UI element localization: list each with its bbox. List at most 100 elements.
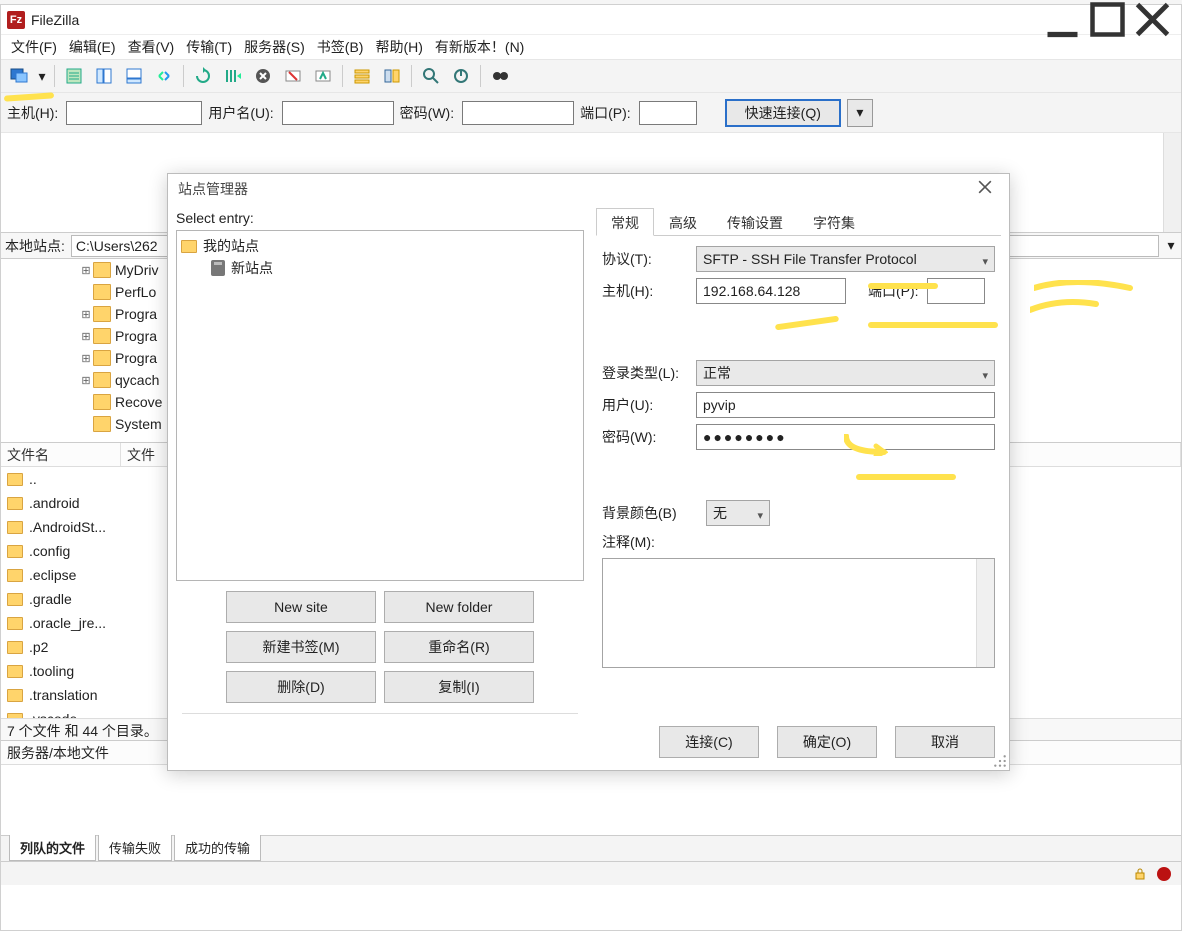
new-site-button[interactable]: New site bbox=[226, 591, 376, 623]
local-path-label: 本地站点: bbox=[1, 236, 69, 256]
maximize-button[interactable] bbox=[1085, 5, 1130, 35]
memo-label: 注释(M): bbox=[602, 532, 688, 552]
site-tree-entry[interactable]: 新站点 bbox=[181, 257, 579, 279]
qc-pass-input[interactable] bbox=[462, 101, 574, 125]
tab-general[interactable]: 常规 bbox=[596, 208, 654, 236]
delete-button[interactable]: 删除(D) bbox=[226, 671, 376, 703]
menu-view[interactable]: 查看(V) bbox=[124, 35, 179, 59]
toolbar: ▾ bbox=[1, 59, 1181, 93]
connect-button[interactable]: 连接(C) bbox=[659, 726, 759, 758]
highlight-stroke bbox=[868, 283, 938, 289]
tree-item[interactable]: Progra bbox=[115, 328, 157, 344]
tree-item[interactable]: Recove bbox=[115, 394, 162, 410]
dialog-footer: 连接(C) 确定(O) 取消 bbox=[168, 714, 1009, 770]
compare-icon[interactable] bbox=[378, 63, 406, 89]
menu-server[interactable]: 服务器(S) bbox=[240, 35, 309, 59]
ok-button[interactable]: 确定(O) bbox=[777, 726, 877, 758]
statusbar: 队列: 空 bbox=[1, 861, 1181, 885]
protocol-label: 协议(T): bbox=[602, 249, 688, 269]
password-label: 密码(W): bbox=[602, 427, 688, 447]
rename-button[interactable]: 重命名(R) bbox=[384, 631, 534, 663]
sync-browse-icon[interactable] bbox=[150, 63, 178, 89]
queue-tab-success[interactable]: 成功的传输 bbox=[174, 835, 261, 861]
menu-file[interactable]: 文件(F) bbox=[7, 35, 61, 59]
process-queue-icon[interactable] bbox=[219, 63, 247, 89]
resize-grip-icon[interactable] bbox=[993, 754, 1007, 768]
queue-tab-failed[interactable]: 传输失败 bbox=[98, 835, 172, 861]
dialog-title: 站点管理器 bbox=[178, 179, 248, 199]
port-input[interactable] bbox=[927, 278, 985, 304]
tab-charset[interactable]: 字符集 bbox=[798, 208, 870, 235]
tab-advanced[interactable]: 高级 bbox=[654, 208, 712, 235]
tab-transfer[interactable]: 传输设置 bbox=[712, 208, 798, 235]
menu-help[interactable]: 帮助(H) bbox=[371, 35, 426, 59]
qc-host-label: 主机(H): bbox=[7, 103, 60, 123]
copy-button[interactable]: 复制(I) bbox=[384, 671, 534, 703]
tree-item[interactable]: Progra bbox=[115, 306, 157, 322]
new-folder-button[interactable]: New folder bbox=[384, 591, 534, 623]
tree-item[interactable]: Progra bbox=[115, 350, 157, 366]
disconnect-icon[interactable] bbox=[279, 63, 307, 89]
search-icon[interactable] bbox=[417, 63, 445, 89]
site-tree[interactable]: 我的站点 新站点 bbox=[176, 230, 584, 581]
tree-item[interactable]: System bbox=[115, 416, 162, 432]
filter-icon[interactable] bbox=[348, 63, 376, 89]
highlight-stroke bbox=[868, 322, 998, 328]
remote-path-dropdown-icon[interactable]: ▾ bbox=[1161, 237, 1181, 254]
reconnect-icon[interactable] bbox=[309, 63, 337, 89]
highlight-stroke bbox=[844, 434, 888, 456]
cancel-button[interactable]: 取消 bbox=[895, 726, 995, 758]
qc-history-dropdown[interactable]: ▾ bbox=[847, 99, 873, 127]
tree-item[interactable]: qycach bbox=[115, 372, 159, 388]
qc-user-input[interactable] bbox=[282, 101, 394, 125]
highlight-stroke bbox=[856, 474, 956, 480]
menu-transfer[interactable]: 传输(T) bbox=[182, 35, 236, 59]
qc-port-input[interactable] bbox=[639, 101, 697, 125]
cancel-icon[interactable] bbox=[249, 63, 277, 89]
menu-bookmarks[interactable]: 书签(B) bbox=[313, 35, 368, 59]
qc-port-label: 端口(P): bbox=[580, 103, 633, 123]
protocol-select[interactable]: SFTP - SSH File Transfer Protocol▾ bbox=[696, 246, 995, 272]
bgcolor-select[interactable]: 无▾ bbox=[706, 500, 770, 526]
qc-pass-label: 密码(W): bbox=[400, 103, 456, 123]
toggle-log-icon[interactable] bbox=[60, 63, 88, 89]
dialog-close-button[interactable] bbox=[971, 180, 999, 199]
toggle-speed-icon[interactable] bbox=[447, 63, 475, 89]
site-manager-dialog: 站点管理器 Select entry: 我的站点 新站点 New site Ne bbox=[167, 173, 1010, 771]
user-input[interactable]: pyvip bbox=[696, 392, 995, 418]
qc-connect-button[interactable]: 快速连接(Q) bbox=[725, 99, 841, 127]
highlight-stroke bbox=[1034, 280, 1134, 300]
find-icon[interactable] bbox=[486, 63, 514, 89]
select-entry-label: Select entry: bbox=[176, 208, 584, 230]
site-manager-icon[interactable] bbox=[5, 63, 33, 89]
close-button[interactable] bbox=[1130, 5, 1175, 35]
tree-item[interactable]: PerfLo bbox=[115, 284, 156, 300]
site-tree-root[interactable]: 我的站点 bbox=[181, 235, 579, 257]
user-label: 用户(U): bbox=[602, 395, 688, 415]
minimize-button[interactable] bbox=[1040, 5, 1085, 35]
log-scrollbar[interactable] bbox=[1163, 133, 1181, 232]
queue-tab-queued[interactable]: 列队的文件 bbox=[9, 835, 96, 861]
app-title: FileZilla bbox=[31, 12, 79, 28]
logontype-select[interactable]: 正常▾ bbox=[696, 360, 995, 386]
host-input[interactable]: 192.168.64.128 bbox=[696, 278, 846, 304]
queue-body[interactable] bbox=[1, 765, 1181, 835]
memo-textarea[interactable] bbox=[602, 558, 995, 668]
menu-newversion[interactable]: 有新版本！(N) bbox=[431, 35, 528, 59]
refresh-icon[interactable] bbox=[189, 63, 217, 89]
toggle-tree-icon[interactable] bbox=[90, 63, 118, 89]
site-manager-dropdown-icon[interactable]: ▾ bbox=[35, 63, 49, 89]
logontype-label: 登录类型(L): bbox=[602, 363, 688, 383]
dialog-titlebar: 站点管理器 bbox=[168, 174, 1009, 204]
toggle-queue-icon[interactable] bbox=[120, 63, 148, 89]
tree-item[interactable]: MyDriv bbox=[115, 262, 159, 278]
menu-edit[interactable]: 编辑(E) bbox=[65, 35, 120, 59]
memo-scrollbar[interactable] bbox=[976, 559, 994, 667]
queue-col[interactable]: 服务器/本地文件 bbox=[1, 741, 187, 764]
highlight-stroke bbox=[1030, 298, 1100, 318]
dialog-tabs: 常规 高级 传输设置 字符集 bbox=[596, 208, 1001, 236]
col-name[interactable]: 文件名 bbox=[1, 443, 121, 466]
bgcolor-label: 背景颜色(B) bbox=[602, 503, 698, 523]
qc-host-input[interactable] bbox=[66, 101, 202, 125]
new-bookmark-button[interactable]: 新建书签(M) bbox=[226, 631, 376, 663]
